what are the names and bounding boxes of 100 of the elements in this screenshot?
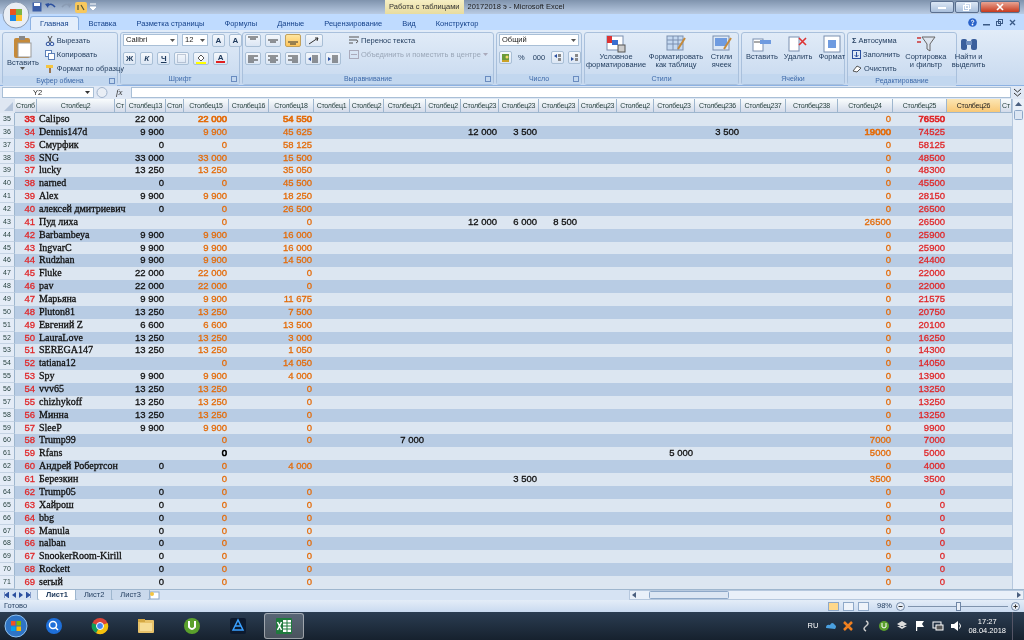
increase-indent-button[interactable] (325, 52, 341, 65)
last-sheet-icon[interactable] (26, 592, 31, 598)
decrease-indent-button[interactable] (305, 52, 321, 65)
table-cell: 26 500 (282, 203, 312, 216)
table-cell: 55 (24, 395, 35, 409)
align-bottom-button[interactable] (285, 34, 301, 47)
fill-color-button[interactable] (193, 52, 210, 65)
table-cell: 16250 (918, 331, 945, 345)
first-sheet-icon[interactable] (4, 592, 9, 598)
table-cell: 20750 (918, 305, 945, 319)
table-cell: 0 (158, 563, 164, 576)
box-icon[interactable] (896, 620, 909, 632)
clipboard-icon (12, 35, 33, 59)
delete-cells-icon (788, 35, 809, 53)
increase-decimal-button[interactable] (551, 51, 565, 64)
scissors-icon (44, 35, 55, 46)
cross-icon[interactable] (842, 620, 855, 632)
table-cell: Spy (39, 370, 55, 384)
table-cell: 13250 (918, 383, 945, 396)
caret-icon (482, 53, 488, 56)
zoom-thumb[interactable] (956, 601, 961, 611)
torrent-icon[interactable] (878, 620, 891, 632)
speaker-icon[interactable] (950, 620, 963, 632)
horizontal-scrollbar[interactable] (629, 590, 1024, 600)
table-cell: 0 (158, 550, 164, 564)
next-sheet-icon[interactable] (19, 592, 23, 598)
browser-icon (91, 617, 109, 635)
table-cell: 0 (158, 138, 164, 152)
decrease-decimal-button[interactable] (568, 51, 582, 64)
table-cell: 14300 (918, 344, 945, 358)
save-icon[interactable] (32, 2, 42, 12)
table-cell: 0 (221, 537, 227, 551)
close-icon[interactable] (1009, 19, 1016, 26)
font-color-button[interactable]: A (213, 52, 229, 65)
torrent-icon (183, 617, 201, 635)
table-cell: Андрей Робертсон (39, 460, 118, 474)
underline-button[interactable]: Ч (157, 52, 171, 65)
table-cell: SNG (39, 151, 59, 165)
currency-button[interactable] (499, 51, 512, 64)
table-cell: bbg (39, 511, 54, 525)
restore-button[interactable] (955, 1, 979, 13)
table-cell: Rockett (39, 563, 71, 576)
table-cell: 9 900 (140, 254, 164, 268)
funnel-icon (915, 35, 936, 53)
restore-icon[interactable] (996, 19, 1003, 26)
table-cell: 0 (885, 498, 891, 512)
table-cell: 13 250 (134, 305, 164, 319)
zoom-in-icon[interactable] (1011, 601, 1020, 611)
table-cell: 69 (24, 575, 35, 589)
table-cell: 16 000 (282, 228, 312, 242)
zoom-out-icon[interactable] (896, 601, 905, 611)
align-right-button[interactable] (285, 52, 301, 65)
table-cell: 16 000 (282, 241, 312, 255)
scrollbar-thumb[interactable] (649, 591, 729, 599)
table-cell: 22 000 (134, 280, 164, 294)
minimize-button[interactable] (930, 1, 954, 13)
table-cell: 44 (24, 254, 35, 268)
align-top-button[interactable] (245, 34, 261, 47)
table-cell: 0 (885, 177, 891, 191)
close-button[interactable] (980, 1, 1020, 13)
taskbar-button[interactable] (264, 613, 304, 639)
table-cell: 47 (24, 293, 35, 306)
scrollbar-thumb[interactable] (1014, 110, 1023, 120)
flag-icon[interactable] (914, 620, 927, 632)
table-cell: 13250 (918, 408, 945, 422)
table-cell: 63 (24, 498, 35, 512)
table-cell: 68 (24, 563, 35, 576)
table-cell: 0 (885, 395, 891, 409)
start-button[interactable] (4, 614, 28, 638)
table-cell: 14 500 (282, 254, 312, 268)
cloud-icon[interactable] (824, 620, 837, 632)
table-cell: 6 600 (140, 318, 164, 332)
italic-button[interactable]: К (140, 52, 154, 65)
formula-input[interactable] (130, 87, 1011, 98)
money-icon (502, 53, 509, 62)
expand-icon[interactable] (1013, 88, 1022, 97)
shrink-font-button[interactable]: A (229, 34, 242, 47)
table-cell: 49 (24, 318, 35, 332)
table-cell: 3 500 (513, 125, 537, 139)
table-cell: 13 250 (197, 331, 227, 345)
table-cell: 48 (24, 305, 35, 319)
align-center-button[interactable] (265, 52, 281, 65)
bold-button[interactable]: Ж (123, 52, 137, 65)
table-cell: 67 (24, 550, 35, 564)
network-icon[interactable] (932, 620, 945, 632)
table-cell: 21575 (918, 293, 945, 306)
table-cell: 0 (221, 575, 227, 589)
table-cell: 0 (221, 550, 227, 564)
previous-sheet-icon[interactable] (12, 592, 16, 598)
table-cell: алексей дмитриевич (39, 203, 126, 216)
orientation-button[interactable] (305, 34, 323, 47)
table-cell: Rudzhan (39, 254, 75, 268)
align-middle-button[interactable] (265, 34, 281, 47)
zoom-slider[interactable] (908, 601, 1008, 611)
align-left-icon (248, 54, 258, 63)
help-icon[interactable] (968, 18, 977, 27)
table-cell: 9 900 (140, 293, 164, 306)
align-left-button[interactable] (245, 52, 261, 65)
insert-function-button[interactable]: fx (110, 85, 129, 100)
grow-font-button[interactable]: A (212, 34, 225, 47)
